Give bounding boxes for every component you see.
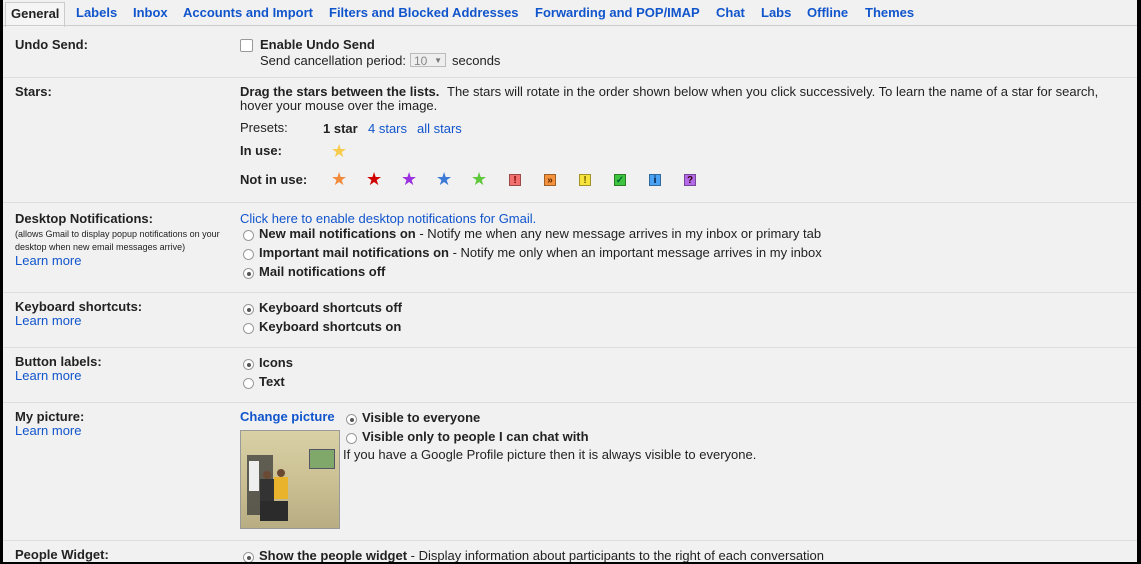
visible-to-everyone-radio[interactable] <box>346 414 357 425</box>
presets-label: Presets: <box>240 120 288 135</box>
desktop-learn-more-link[interactable]: Learn more <box>15 253 81 268</box>
row-divider <box>3 292 1137 293</box>
enable-undo-send-checkbox[interactable] <box>240 39 253 52</box>
green-check-icon[interactable]: ✓ <box>614 174 626 186</box>
cancellation-period-select[interactable]: 10 ▼ <box>410 53 446 68</box>
tab-general[interactable]: General <box>5 2 66 27</box>
red-star-icon[interactable]: ★ <box>366 170 382 188</box>
row-divider <box>3 540 1137 541</box>
new-mail-notifications-radio[interactable] <box>243 230 254 241</box>
row-divider <box>3 202 1137 203</box>
green-star-icon[interactable]: ★ <box>471 170 487 188</box>
blue-star-icon[interactable]: ★ <box>436 170 452 188</box>
seconds-label: seconds <box>452 53 501 68</box>
button-labels-text-radio[interactable] <box>243 378 254 389</box>
settings-panel: General Labels Inbox Accounts and Import… <box>3 0 1137 562</box>
keyboard-shortcuts-on-radio[interactable] <box>243 323 254 334</box>
blue-info-icon[interactable]: i <box>649 174 661 186</box>
stars-instructions-bold: Drag the stars between the lists. <box>240 84 440 99</box>
profile-picture[interactable] <box>240 430 340 529</box>
cancellation-period-label: Send cancellation period: <box>260 53 406 68</box>
keyboard-learn-more-link[interactable]: Learn more <box>15 313 81 328</box>
preset-4-stars[interactable]: 4 stars <box>368 121 407 136</box>
new-mail-notifications-label: New mail notifications on - Notify me wh… <box>259 226 822 241</box>
yellow-bang-icon[interactable]: ! <box>579 174 591 186</box>
show-people-widget-label: Show the people widget - Display informa… <box>259 548 825 562</box>
settings-tabs: General Labels Inbox Accounts and Import… <box>3 0 1137 27</box>
preset-all-stars[interactable]: all stars <box>417 121 462 136</box>
orange-guillemet-icon[interactable]: » <box>544 174 556 186</box>
tab-labels[interactable]: Labels <box>76 5 117 20</box>
tab-offline[interactable]: Offline <box>807 5 848 20</box>
my-picture-title: My picture: <box>15 409 85 424</box>
undo-send-title: Undo Send: <box>15 37 88 52</box>
keyboard-shortcuts-title: Keyboard shortcuts: <box>15 299 143 314</box>
purple-question-icon[interactable]: ? <box>684 174 696 186</box>
change-picture-link[interactable]: Change picture <box>240 409 335 424</box>
tab-accounts-and-import[interactable]: Accounts and Import <box>183 5 313 20</box>
button-labels-icons-label: Icons <box>259 355 293 370</box>
tab-labs[interactable]: Labs <box>761 5 791 20</box>
stars-title: Stars: <box>15 84 52 99</box>
profile-picture-note: If you have a Google Profile picture the… <box>343 447 757 462</box>
tabs-divider <box>3 25 1137 26</box>
row-divider <box>3 77 1137 78</box>
enable-desktop-notifications-link[interactable]: Click here to enable desktop notificatio… <box>240 211 536 226</box>
preset-1-star[interactable]: 1 star <box>323 121 358 136</box>
tab-filters[interactable]: Filters and Blocked Addresses <box>329 5 519 20</box>
important-mail-notifications-label: Important mail notifications on - Notify… <box>259 245 822 260</box>
chevron-down-icon: ▼ <box>434 56 442 65</box>
tab-themes[interactable]: Themes <box>865 5 914 20</box>
mail-notifications-off-radio[interactable] <box>243 268 254 279</box>
keyboard-shortcuts-off-radio[interactable] <box>243 304 254 315</box>
visible-to-everyone-label: Visible to everyone <box>362 410 481 425</box>
people-widget-title: People Widget: <box>15 547 109 562</box>
red-bang-icon[interactable]: ! <box>509 174 521 186</box>
visible-to-chat-contacts-label: Visible only to people I can chat with <box>362 429 589 444</box>
important-mail-notifications-radio[interactable] <box>243 249 254 260</box>
button-labels-icons-radio[interactable] <box>243 359 254 370</box>
tab-chat[interactable]: Chat <box>716 5 745 20</box>
not-in-use-label: Not in use: <box>240 172 308 187</box>
button-labels-learn-more-link[interactable]: Learn more <box>15 368 81 383</box>
my-picture-learn-more-link[interactable]: Learn more <box>15 423 81 438</box>
keyboard-shortcuts-off-label: Keyboard shortcuts off <box>259 300 403 315</box>
desktop-note-line1: (allows Gmail to display popup notificat… <box>15 229 220 239</box>
tab-inbox[interactable]: Inbox <box>133 5 168 20</box>
yellow-star-icon[interactable]: ★ <box>331 142 347 160</box>
button-labels-text-label: Text <box>259 374 285 389</box>
row-divider <box>3 347 1137 348</box>
orange-star-icon[interactable]: ★ <box>331 170 347 188</box>
cancellation-period-value: 10 <box>414 54 428 68</box>
show-people-widget-radio[interactable] <box>243 552 254 562</box>
in-use-label: In use: <box>240 143 282 158</box>
mail-notifications-off-label: Mail notifications off <box>259 264 386 279</box>
stars-instructions-line2: hover your mouse over the image. <box>240 98 438 113</box>
tab-forwarding[interactable]: Forwarding and POP/IMAP <box>535 5 700 20</box>
keyboard-shortcuts-on-label: Keyboard shortcuts on <box>259 319 402 334</box>
stars-instructions-line1: The stars will rotate in the order shown… <box>447 84 1099 99</box>
visible-to-chat-contacts-radio[interactable] <box>346 433 357 444</box>
button-labels-title: Button labels: <box>15 354 102 369</box>
purple-star-icon[interactable]: ★ <box>401 170 417 188</box>
row-divider <box>3 402 1137 403</box>
desktop-notifications-title: Desktop Notifications: <box>15 211 153 226</box>
enable-undo-send-label: Enable Undo Send <box>260 37 375 52</box>
